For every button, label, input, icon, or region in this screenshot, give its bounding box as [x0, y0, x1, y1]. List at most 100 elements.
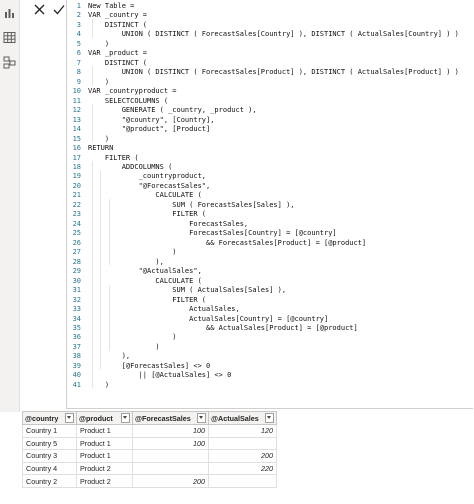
code-line[interactable]: 29 "@ActualSales",: [67, 267, 473, 277]
code-text[interactable]: ADDCOLUMNS (: [88, 163, 173, 173]
code-text[interactable]: ForecastSales[Country] = [@country]: [88, 229, 337, 239]
code-text[interactable]: SUM ( ForecastSales[Sales] ),: [88, 201, 294, 211]
table-cell[interactable]: Country 3: [22, 449, 77, 463]
code-text[interactable]: || [@ActualSales] <> 0: [88, 371, 232, 381]
code-text[interactable]: && ForecastSales[Product] = [@product]: [88, 239, 366, 249]
code-text[interactable]: New Table =: [88, 2, 134, 12]
code-text[interactable]: VAR _countryproduct =: [88, 87, 177, 97]
code-line[interactable]: 33 ActualSales,: [67, 305, 473, 315]
table-cell[interactable]: 200: [132, 474, 209, 488]
table-cell[interactable]: Country 5: [22, 436, 77, 451]
code-text[interactable]: ),: [88, 352, 130, 362]
code-line[interactable]: 21 CALCULATE (: [67, 191, 473, 201]
code-line[interactable]: 15 ): [67, 135, 473, 145]
code-text[interactable]: _countryproduct,: [88, 172, 206, 182]
code-text[interactable]: GENERATE ( _country, _product ),: [88, 106, 257, 116]
code-line[interactable]: 38 ),: [67, 352, 473, 362]
code-line[interactable]: 30 CALCULATE (: [67, 277, 473, 287]
code-line[interactable]: 6 VAR _product =: [67, 49, 473, 59]
code-text[interactable]: [@ForecastSales] <> 0: [88, 362, 211, 372]
code-text[interactable]: FILTER (: [88, 210, 206, 220]
code-text[interactable]: "@product", [Product]: [88, 125, 211, 135]
code-text[interactable]: UNION ( DISTINCT ( ForecastSales[Country…: [88, 30, 459, 40]
code-line[interactable]: 26 && ForecastSales[Product] = [@product…: [67, 239, 473, 249]
code-text[interactable]: RETURN: [88, 144, 113, 154]
code-line[interactable]: 12 GENERATE ( _country, _product ),: [67, 106, 473, 116]
table-cell[interactable]: Product 2: [76, 461, 133, 476]
commit-check-icon[interactable]: [51, 2, 67, 16]
table-cell[interactable]: 200: [208, 449, 277, 463]
code-text[interactable]: VAR _product =: [88, 49, 147, 59]
code-line[interactable]: 14 "@product", [Product]: [67, 125, 473, 135]
code-line[interactable]: 20 "@ForecastSales",: [67, 182, 473, 192]
code-text[interactable]: && ActualSales[Product] = [@product]: [88, 324, 358, 334]
code-line[interactable]: 10 VAR _countryproduct =: [67, 87, 473, 97]
code-line[interactable]: 18 ADDCOLUMNS (: [67, 163, 473, 173]
table-row[interactable]: Country 4 Product 2 220: [22, 461, 277, 476]
table-cell[interactable]: [132, 449, 209, 463]
code-text[interactable]: ): [88, 78, 109, 88]
table-cell[interactable]: Country 2: [22, 474, 77, 488]
filter-dropdown-icon[interactable]: [65, 413, 74, 423]
table-cell[interactable]: Product 1: [76, 424, 133, 438]
code-text[interactable]: CALCULATE (: [88, 191, 201, 201]
code-line[interactable]: 4 UNION ( DISTINCT ( ForecastSales[Count…: [67, 30, 473, 40]
table-cell[interactable]: 120: [208, 424, 277, 438]
code-line[interactable]: 25 ForecastSales[Country] = [@country]: [67, 229, 473, 239]
code-text[interactable]: "@ForecastSales",: [88, 182, 211, 192]
code-line[interactable]: 8 UNION ( DISTINCT ( ForecastSales[Produ…: [67, 68, 473, 78]
code-line[interactable]: 17 FILTER (: [67, 154, 473, 164]
code-line[interactable]: 27 ): [67, 248, 473, 258]
code-line[interactable]: 31 SUM ( ActualSales[Sales] ),: [67, 286, 473, 296]
code-line[interactable]: 22 SUM ( ForecastSales[Sales] ),: [67, 201, 473, 211]
code-line[interactable]: 28 ),: [67, 258, 473, 268]
code-line[interactable]: 2 VAR _country =: [67, 11, 473, 21]
table-cell[interactable]: [208, 436, 277, 451]
code-line[interactable]: 3 DISTINCT (: [67, 21, 473, 31]
code-line[interactable]: 41 ): [67, 381, 473, 391]
table-cell[interactable]: [208, 474, 277, 488]
code-line[interactable]: 19 _countryproduct,: [67, 172, 473, 182]
code-text[interactable]: CALCULATE (: [88, 277, 201, 287]
table-view-icon[interactable]: [3, 29, 16, 43]
table-row[interactable]: Country 3 Product 1 200: [22, 449, 277, 463]
column-header[interactable]: @country: [22, 411, 77, 425]
code-line[interactable]: 23 FILTER (: [67, 210, 473, 220]
code-text[interactable]: ): [88, 381, 109, 391]
code-text[interactable]: ActualSales,: [88, 305, 240, 315]
code-line[interactable]: 36 ): [67, 333, 473, 343]
code-text[interactable]: FILTER (: [88, 296, 206, 306]
column-header[interactable]: @product: [76, 411, 133, 425]
code-line[interactable]: 11 SELECTCOLUMNS (: [67, 97, 473, 107]
code-text[interactable]: FILTER (: [88, 154, 139, 164]
code-line[interactable]: 37 ): [67, 343, 473, 353]
table-row[interactable]: Country 1 Product 1 100 120: [22, 424, 277, 438]
code-line[interactable]: 16 RETURN: [67, 144, 473, 154]
code-text[interactable]: ): [88, 248, 176, 258]
code-text[interactable]: "@country", [Country],: [88, 116, 215, 126]
code-line[interactable]: 35 && ActualSales[Product] = [@product]: [67, 324, 473, 334]
table-cell[interactable]: Product 2: [76, 474, 133, 488]
code-text[interactable]: ActualSales[Country] = [@country]: [88, 315, 328, 325]
code-text[interactable]: SUM ( ActualSales[Sales] ),: [88, 286, 286, 296]
table-cell[interactable]: Country 1: [22, 424, 77, 438]
model-view-icon[interactable]: [3, 54, 16, 69]
code-text[interactable]: DISTINCT (: [88, 59, 147, 69]
table-row[interactable]: Country 2 Product 2 200: [22, 474, 277, 488]
code-text[interactable]: UNION ( DISTINCT ( ForecastSales[Product…: [88, 68, 459, 78]
table-cell[interactable]: Country 4: [22, 461, 77, 476]
code-text[interactable]: ): [88, 333, 176, 343]
table-cell[interactable]: 220: [208, 461, 277, 476]
code-text[interactable]: SELECTCOLUMNS (: [88, 97, 168, 107]
code-text[interactable]: ForecastSales,: [88, 220, 248, 230]
code-line[interactable]: 40 || [@ActualSales] <> 0: [67, 371, 473, 381]
filter-dropdown-icon[interactable]: [121, 413, 130, 423]
code-text[interactable]: VAR _country =: [88, 11, 147, 21]
code-line[interactable]: 13 "@country", [Country],: [67, 116, 473, 126]
code-text[interactable]: DISTINCT (: [88, 21, 147, 31]
table-cell[interactable]: Product 1: [76, 449, 133, 463]
code-text[interactable]: ): [88, 40, 109, 50]
code-text[interactable]: ): [88, 343, 159, 353]
table-cell[interactable]: [132, 461, 209, 476]
code-line[interactable]: 1 New Table =: [67, 2, 473, 12]
